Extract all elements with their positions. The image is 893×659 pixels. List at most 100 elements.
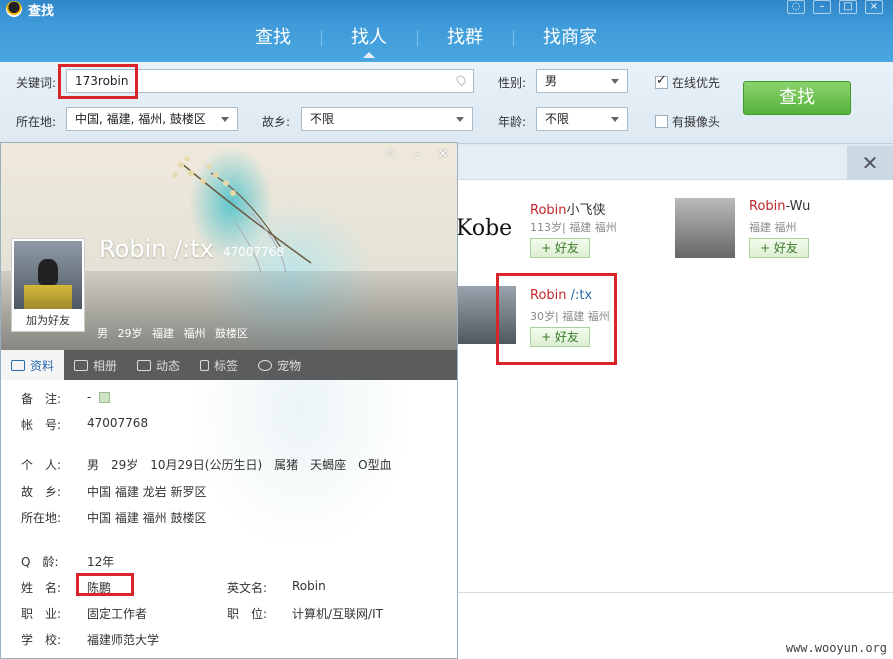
minimize-icon[interactable]: – — [409, 147, 425, 162]
remark-value-wrap: - — [87, 390, 111, 404]
school-value: 福建师范大学 — [87, 633, 160, 647]
location-label: 所在地: — [16, 115, 57, 129]
search-button[interactable]: 查找 — [743, 81, 851, 115]
result-info-1: 113岁| 福建 福州 — [530, 221, 617, 234]
result-name-2[interactable]: Robin-Wu — [749, 199, 810, 214]
tab-find-groups[interactable]: 找群 — [417, 24, 513, 52]
qage-row: Q 龄: 12年 — [1, 553, 457, 569]
age-value: 不限 — [545, 112, 570, 126]
tab-feed-label: 动态 — [156, 358, 181, 373]
qage-label: Q 龄: — [21, 555, 59, 569]
hometown-value: 不限 — [310, 112, 335, 126]
popup-controls: ✎ – ✕ — [383, 147, 451, 162]
has-camera-checkbox[interactable]: 有摄像头 — [655, 113, 720, 130]
profile-cover: ✎ – ✕ 加为好友 Robin /:tx 47007768 男 29岁 福建 … — [1, 143, 457, 350]
age-select[interactable]: 不限 — [536, 107, 628, 131]
tab-feed[interactable]: 动态 — [127, 350, 190, 380]
school-label: 学 校: — [21, 633, 62, 647]
tab-profile-info[interactable]: 资料 — [1, 350, 65, 380]
gender-select[interactable]: 男 — [536, 69, 628, 93]
tab-pet[interactable]: 宠物 — [248, 350, 311, 380]
checkbox-unchecked-icon[interactable] — [655, 115, 668, 128]
online-first-label: 在线优先 — [672, 76, 721, 90]
profile-popup: ✎ – ✕ 加为好友 Robin /:tx 47007768 男 29岁 福建 … — [0, 142, 458, 659]
job-value: 固定工作者 — [87, 607, 148, 621]
add-friend-button-2[interactable]: + 好友 — [749, 238, 809, 258]
profile-basic-info: 男 29岁 福建 福州 鼓楼区 — [97, 327, 248, 340]
location-select[interactable]: 中国, 福建, 福州, 鼓楼区 — [66, 107, 238, 131]
highlight-box-keyword — [58, 64, 138, 99]
top-bar: 查找 ◌ – □ × 查找 找人 找群 找商家 — [0, 0, 893, 62]
profile-location-value: 中国 福建 福州 鼓楼区 — [87, 511, 207, 525]
tab-tags-label: 标签 — [214, 358, 239, 373]
realname-label: 姓 名: — [21, 581, 62, 595]
hometown-label: 故乡: — [262, 115, 291, 129]
minimize-icon[interactable]: – — [813, 0, 831, 14]
close-icon[interactable]: ✕ — [435, 147, 451, 162]
tab-album-label: 相册 — [93, 358, 118, 373]
personal-label: 个 人: — [21, 458, 62, 472]
edit-remark-icon[interactable] — [99, 392, 111, 403]
window-controls: ◌ – □ × — [787, 0, 883, 14]
chevron-down-icon — [611, 117, 619, 122]
online-first-checkbox[interactable]: 在线优先 — [655, 73, 721, 91]
qage-value: 12年 — [87, 555, 115, 569]
gender-label: 性别: — [498, 76, 527, 90]
location-pin-icon[interactable] — [454, 73, 468, 87]
title-bar: 查找 — [0, 0, 55, 19]
pet-paw-icon — [258, 359, 273, 371]
location-value: 中国, 福建, 福州, 鼓楼区 — [75, 112, 206, 126]
school-row: 学 校: 福建师范大学 — [1, 631, 457, 647]
position-value: 计算机/互联网/IT — [292, 607, 383, 621]
result-name-1-highlight: Robin — [530, 203, 567, 218]
chat-bubble-icon[interactable]: ◌ — [787, 0, 805, 14]
result-avatar-partial[interactable]: Kobe — [458, 198, 518, 258]
tab-search[interactable]: 查找 — [225, 24, 321, 52]
engname-value: Robin — [292, 579, 326, 593]
hometown-row: 故 乡: 中国 福建 龙岩 新罗区 — [1, 483, 457, 499]
highlight-box-result — [496, 273, 617, 365]
window-title: 查找 — [28, 3, 55, 19]
result-avatar-2[interactable] — [675, 198, 735, 258]
keyword-label: 关键词: — [16, 76, 57, 90]
age-label: 年龄: — [498, 115, 527, 129]
location-row: 所在地: 中国 福建 福州 鼓楼区 — [1, 509, 457, 525]
hometown-select[interactable]: 不限 — [301, 107, 473, 131]
maximize-icon[interactable]: □ — [839, 0, 857, 14]
add-friend-link[interactable]: 加为好友 — [12, 312, 84, 328]
profile-qq-number: 47007768 — [223, 245, 285, 259]
position-label: 职 位: — [227, 607, 268, 621]
profile-location-label: 所在地: — [21, 511, 62, 525]
tab-find-merchants[interactable]: 找商家 — [513, 24, 627, 52]
result-info-2: 福建 福州 — [749, 221, 797, 234]
personal-row: 个 人: 男 29岁 10月29日(公历生日) 属猪 天蝎座 O型血 — [1, 456, 457, 472]
tab-tags[interactable]: 标签 — [190, 350, 248, 380]
results-header — [458, 146, 893, 180]
result-name-2-highlight: Robin — [749, 199, 786, 214]
results-panel: ✕ Kobe Robin小飞侠 113岁| 福建 福州 + 好友 Robin-W… — [458, 146, 893, 596]
result-name-2-rest: -Wu — [785, 199, 811, 214]
tab-album[interactable]: 相册 — [64, 350, 127, 380]
profile-avatar-card[interactable]: 加为好友 — [11, 238, 85, 332]
tab-pet-label: 宠物 — [277, 358, 302, 373]
result-name-1[interactable]: Robin小飞侠 — [530, 199, 606, 218]
close-icon[interactable]: × — [865, 0, 883, 14]
watermark: www.wooyun.org — [785, 641, 887, 655]
checkbox-checked-icon[interactable] — [655, 73, 668, 89]
tab-profile-info-label: 资料 — [30, 358, 55, 373]
chevron-down-icon — [221, 117, 229, 122]
chevron-down-icon — [456, 117, 464, 122]
add-friend-button-1[interactable]: + 好友 — [530, 238, 590, 258]
highlight-box-realname — [76, 573, 134, 596]
skin-brush-icon[interactable]: ✎ — [383, 147, 399, 162]
results-close-icon[interactable]: ✕ — [847, 146, 893, 180]
account-value: 47007768 — [87, 416, 149, 430]
profile-hometown-label: 故 乡: — [21, 485, 62, 499]
remark-value: - — [87, 390, 92, 404]
engname-label: 英文名: — [227, 581, 268, 595]
remark-row: 备 注: - — [1, 390, 457, 406]
main-tabs: 查找 找人 找群 找商家 — [225, 24, 627, 58]
tab-find-people[interactable]: 找人 — [321, 24, 417, 58]
profile-name: Robin /:tx — [99, 235, 214, 263]
profile-details: 备 注: - 帐 号: 47007768 个 人: 男 29岁 10月29日(公… — [1, 380, 457, 658]
